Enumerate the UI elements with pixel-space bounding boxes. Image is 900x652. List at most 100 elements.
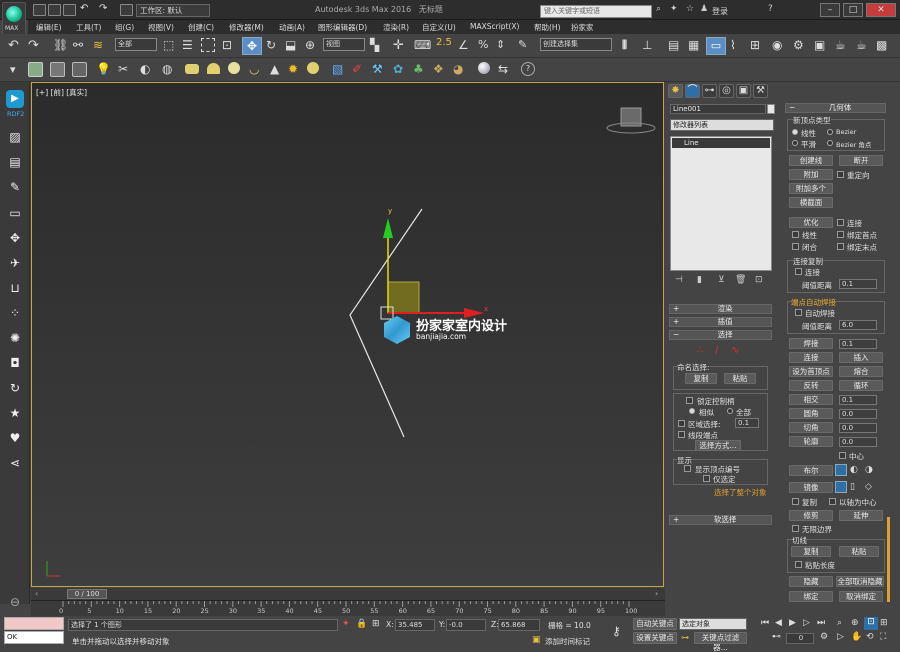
infocenter-icon[interactable]: ✦ xyxy=(670,4,678,14)
edit-icon[interactable]: ✎ xyxy=(8,180,22,194)
toolbar-handle-icon[interactable]: ▾ xyxy=(10,63,16,76)
mirror-horizontal-icon[interactable] xyxy=(835,481,847,493)
area-selection-checkbox[interactable] xyxy=(678,420,685,427)
tangent-paste-button[interactable]: 粘贴 xyxy=(839,546,879,557)
rendered-frame-icon[interactable]: ▣ xyxy=(814,38,825,52)
abs-mode-icon[interactable]: ⊞ xyxy=(372,619,380,629)
ribbon-toggle-icon[interactable]: ▭ xyxy=(706,37,726,55)
create-tab-icon[interactable]: ✸ xyxy=(668,84,683,98)
motion-tab-icon[interactable]: ◎ xyxy=(719,84,734,98)
mirror-button[interactable]: 镜像 xyxy=(789,482,833,493)
reverse-button[interactable]: 反转 xyxy=(789,380,833,391)
unhide-all-button[interactable]: 全部取消隐藏 xyxy=(836,576,884,587)
render-setup-icon[interactable]: ⚙ xyxy=(793,38,804,52)
bind-button[interactable]: 绑定 xyxy=(789,591,833,602)
lock-selection-icon[interactable]: 🔒 xyxy=(356,619,367,629)
menu-help[interactable]: 帮助(H) xyxy=(534,22,561,33)
key-mode-icon[interactable]: ⊷ xyxy=(772,632,781,642)
track-bar[interactable]: 0 5 10 15 20 25 30 35 40 45 50 55 60 65 70 75 80 85 90 95 10… xyxy=(31,600,665,616)
prev-frame-icon[interactable]: ‹ xyxy=(35,589,38,598)
set-key-button[interactable]: 设置关键点 xyxy=(633,632,677,644)
grid-mat-icon[interactable]: ▧ xyxy=(332,62,343,76)
show-vertex-numbers-checkbox[interactable] xyxy=(684,465,691,472)
mirror-copy-checkbox[interactable] xyxy=(792,498,799,505)
select-manipulate-icon[interactable]: ✛ xyxy=(393,38,404,53)
break-button[interactable]: 断开 xyxy=(839,155,883,166)
help-circle-icon[interactable]: ? xyxy=(521,62,535,76)
sphere-icon[interactable] xyxy=(228,62,240,74)
connect-checkbox[interactable] xyxy=(837,219,844,226)
cross-insert-button[interactable]: 相交 xyxy=(789,394,833,405)
redo-icon[interactable]: ↷ xyxy=(28,38,39,53)
insert-button[interactable]: 插入 xyxy=(839,352,883,363)
bowl-icon[interactable]: ◡ xyxy=(249,62,259,76)
z-coordinate-field[interactable]: 65.868 xyxy=(498,619,540,631)
zoom-all-icon[interactable]: ⊕ xyxy=(851,618,859,628)
select-object-icon[interactable]: ⬚ xyxy=(163,38,174,52)
y-coordinate-field[interactable]: -0.0 xyxy=(446,619,486,631)
scatter-icon[interactable]: ✿ xyxy=(393,62,403,76)
maxscript-listener-pink[interactable] xyxy=(4,617,64,630)
infinite-bounds-checkbox[interactable] xyxy=(792,525,799,532)
tangent-copy-button[interactable]: 复制 xyxy=(791,546,831,557)
redo-icon[interactable]: ↷ xyxy=(99,3,107,14)
modify-tab-icon[interactable]: ⌒ xyxy=(685,84,700,98)
linear-radio[interactable] xyxy=(792,129,798,135)
render-scene-icon[interactable] xyxy=(28,62,43,77)
unbind-button[interactable]: 取消绑定 xyxy=(839,591,883,602)
layout-icon[interactable] xyxy=(50,62,65,77)
menu-banjiajia[interactable]: 扮家家 xyxy=(571,22,594,33)
fuse-button[interactable]: 熔合 xyxy=(839,366,883,377)
auto-weld-checkbox[interactable] xyxy=(795,309,802,316)
project-folder-icon[interactable] xyxy=(120,4,133,16)
light-icon[interactable]: 💡 xyxy=(96,62,111,76)
bind-last-checkbox[interactable] xyxy=(837,243,844,250)
about-pivot-checkbox[interactable] xyxy=(829,498,836,505)
key-filters-button[interactable]: 关键点过滤器... xyxy=(694,632,747,652)
layer-explorer-icon[interactable]: ▦ xyxy=(688,38,699,52)
render-iterative-icon[interactable]: ☕ xyxy=(856,38,867,52)
cross-section-button[interactable]: 横截面 xyxy=(789,197,833,208)
orbit-icon[interactable]: ⟲ xyxy=(866,632,874,642)
make-first-button[interactable]: 设为首顶点 xyxy=(789,366,833,377)
time-tag-icon[interactable]: ▣ xyxy=(532,635,541,645)
curve-editor-icon[interactable]: ⌇ xyxy=(730,38,736,52)
modifier-list-dropdown[interactable]: 修改器列表 xyxy=(670,119,774,131)
zoom-extents-icon[interactable]: ⊡ xyxy=(864,617,878,630)
remove-modifier-icon[interactable]: 🗑 xyxy=(735,275,746,285)
link-icon[interactable]: ⛓ xyxy=(53,38,68,52)
align-icon[interactable]: ⊥ xyxy=(642,38,652,52)
pin-stack-icon[interactable]: ⊣ xyxy=(675,275,683,285)
outline-spinner[interactable]: 0.0 xyxy=(839,437,877,447)
apps-icon[interactable]: ⁘ xyxy=(8,306,22,320)
fillet-button[interactable]: 圆角 xyxy=(789,408,833,419)
copy-selection-button[interactable]: 复制 xyxy=(685,373,717,384)
weld-button[interactable]: 焊接 xyxy=(789,338,833,349)
moon-icon[interactable]: ◐ xyxy=(140,62,150,76)
star-icon[interactable]: ★ xyxy=(8,406,22,420)
viewport-front[interactable]: [+] [前] [真实] y x 扮家家室内设计 banjiajia.com xyxy=(31,82,664,587)
hierarchy-tab-icon[interactable]: ⊶ xyxy=(702,84,717,98)
named-selection-sets-dropdown[interactable]: 创建选择集 xyxy=(540,38,612,51)
smooth-radio[interactable] xyxy=(792,140,798,146)
proxy-icon[interactable]: ❖ xyxy=(433,62,444,76)
image-icon[interactable]: ▨ xyxy=(8,130,22,144)
open-file-icon[interactable] xyxy=(48,4,61,16)
select-rotate-icon[interactable]: ↻ xyxy=(266,38,276,52)
attach-multiple-button[interactable]: 附加多个 xyxy=(789,183,833,194)
segment-subobject-icon[interactable]: ∕ xyxy=(715,345,718,356)
isolate-icon[interactable]: ✦ xyxy=(342,619,350,629)
connect-copy-checkbox[interactable] xyxy=(795,268,802,275)
configure-sets-icon[interactable]: ⊡ xyxy=(755,275,763,285)
select-move-icon[interactable]: ✥ xyxy=(242,37,262,55)
mirror-both-icon[interactable]: ◇ xyxy=(865,482,872,492)
x-coordinate-field[interactable]: 35.485 xyxy=(395,619,435,631)
unlink-icon[interactable]: ⚯ xyxy=(73,38,83,52)
chamfer-spinner[interactable]: 0.0 xyxy=(839,423,877,433)
material-editor-icon[interactable]: ◉ xyxy=(772,38,782,52)
key-filters-icon[interactable]: ⊶ xyxy=(681,633,689,642)
undo-icon[interactable]: ↶ xyxy=(8,38,19,53)
plane-icon[interactable]: ✈ xyxy=(8,256,22,270)
render-online-icon[interactable]: ▩ xyxy=(876,38,887,52)
list-icon[interactable]: ▤ xyxy=(8,155,22,169)
